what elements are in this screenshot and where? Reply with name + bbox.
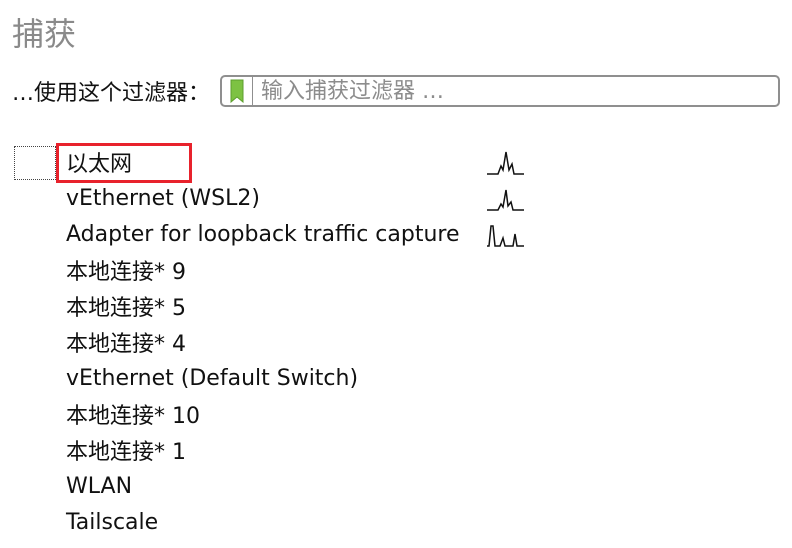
capture-filter-box[interactable]	[220, 75, 781, 107]
interface-row[interactable]: Tailscale	[66, 504, 460, 540]
interface-name: 以太网	[66, 152, 133, 177]
interface-name: Tailscale	[66, 509, 159, 535]
interface-row[interactable]: vEthernet (Default Switch)	[66, 360, 460, 396]
interface-name: vEthernet (WSL2)	[66, 185, 260, 211]
interface-name: 本地连接* 4	[66, 332, 186, 357]
interface-name: 本地连接* 10	[66, 404, 200, 429]
interface-name: vEthernet (Default Switch)	[66, 365, 359, 391]
interface-row[interactable]: 本地连接* 10	[66, 396, 460, 432]
interface-row[interactable]: 本地连接* 9	[66, 252, 460, 288]
capture-panel: 捕获 …使用这个过滤器： 以太网 vEthernet (WSL2)	[0, 0, 792, 548]
bookmark-icon[interactable]	[222, 77, 254, 105]
interface-row[interactable]: vEthernet (WSL2)	[66, 180, 524, 216]
interface-row[interactable]: 以太网	[66, 144, 524, 180]
interface-row[interactable]: WLAN	[66, 468, 460, 504]
interface-row[interactable]: Adapter for loopback traffic capture	[66, 216, 524, 252]
interface-name: Adapter for loopback traffic capture	[66, 221, 460, 247]
capture-filter-input[interactable]	[253, 76, 779, 106]
traffic-sparkline-icon	[487, 189, 524, 211]
traffic-sparkline-icon	[487, 225, 524, 247]
interface-row[interactable]: 本地连接* 1	[66, 432, 460, 468]
focus-indicator	[14, 146, 56, 180]
capture-filter-row: …使用这个过滤器：	[12, 73, 781, 109]
interface-name: 本地连接* 9	[66, 260, 186, 285]
filter-label: …使用这个过滤器：	[12, 81, 211, 106]
traffic-sparkline-icon	[487, 151, 524, 175]
interface-list: 以太网 vEthernet (WSL2) Adapter for loopbac…	[66, 144, 524, 540]
section-title: 捕获	[12, 15, 77, 53]
interface-name: WLAN	[66, 473, 133, 499]
interface-name: 本地连接* 5	[66, 296, 186, 321]
interface-name: 本地连接* 1	[66, 440, 186, 465]
interface-row[interactable]: 本地连接* 4	[66, 324, 460, 360]
interface-row[interactable]: 本地连接* 5	[66, 288, 460, 324]
